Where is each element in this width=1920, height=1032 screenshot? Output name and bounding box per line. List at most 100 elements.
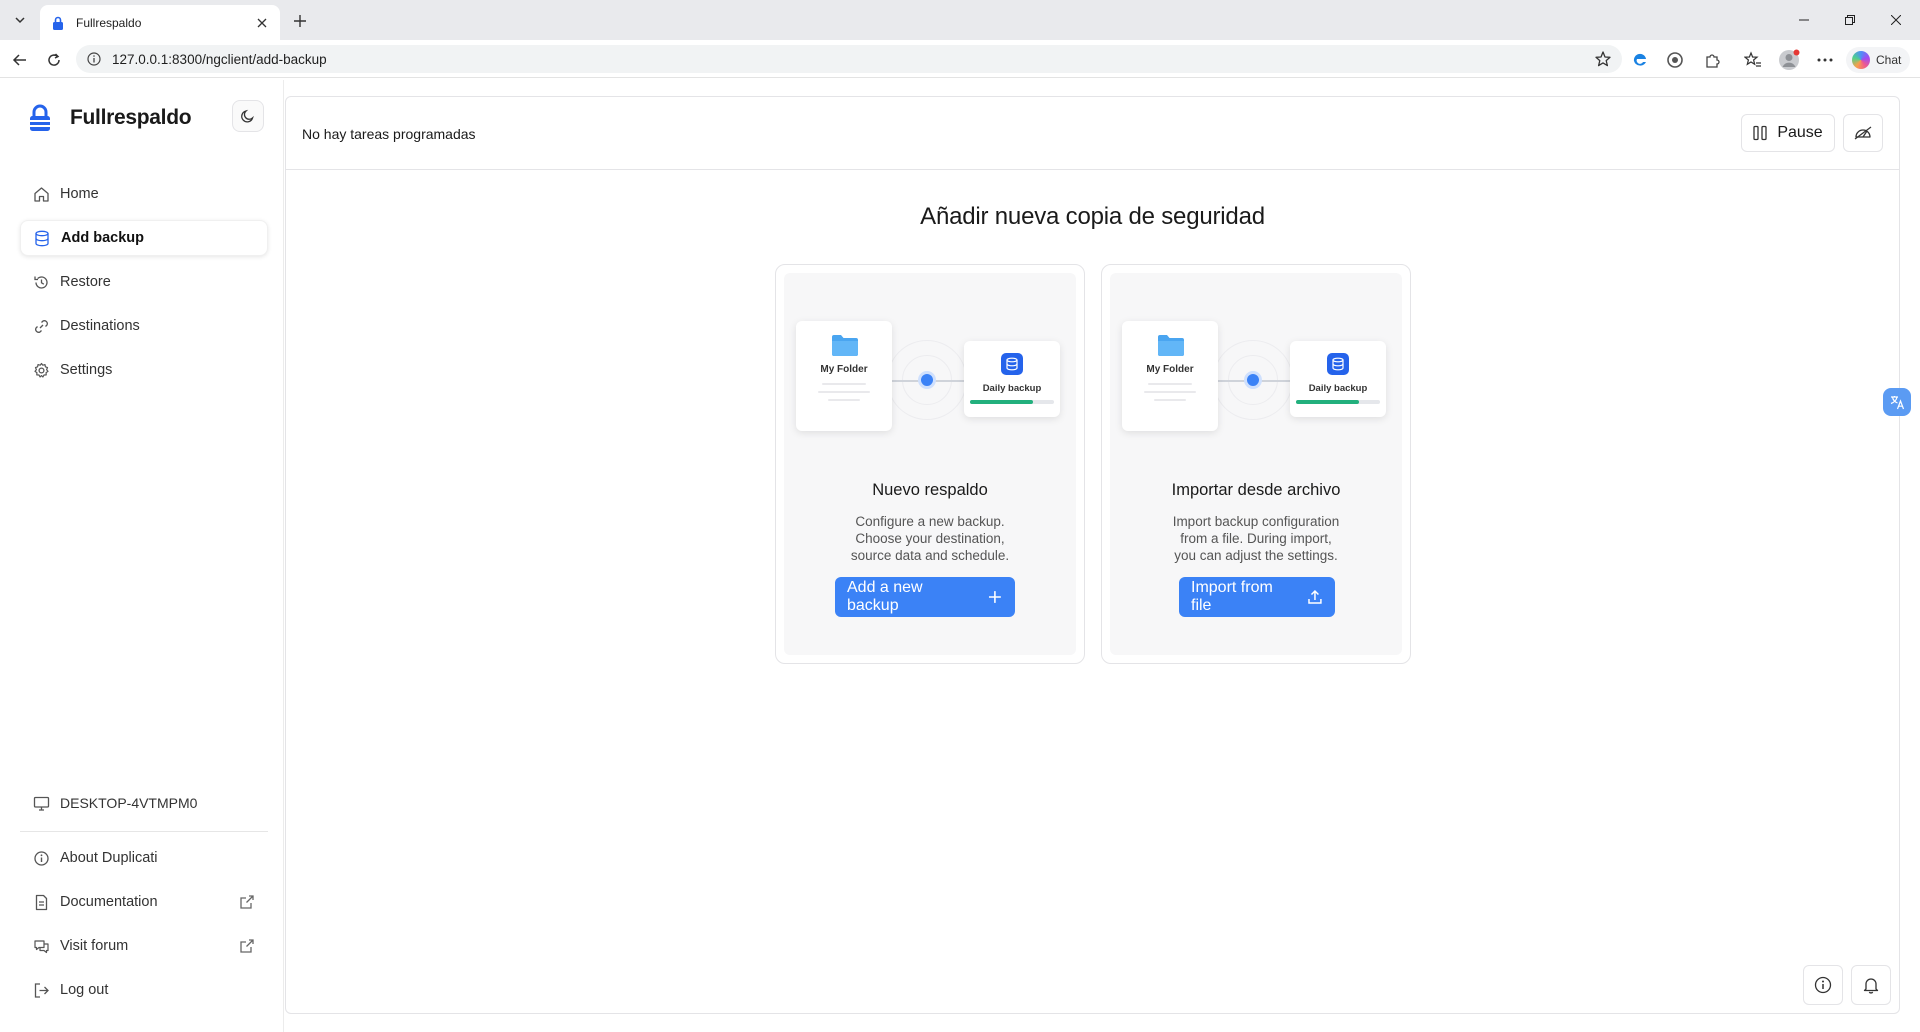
sidebar-item-label: Log out (60, 982, 109, 998)
folder-label: My Folder (820, 364, 868, 375)
sidebar-item-add-backup[interactable]: Add backup (20, 220, 268, 256)
database-icon (33, 229, 51, 247)
sidebar-item-destinations[interactable]: Destinations (20, 308, 268, 344)
add-new-backup-button[interactable]: Add a new backup (835, 577, 1015, 617)
sidebar-item-home[interactable]: Home (20, 176, 268, 212)
source-folder-card: My Folder (796, 321, 892, 431)
profile-avatar-icon[interactable] (1778, 49, 1800, 71)
sidebar-item-visit-forum[interactable]: Visit forum (20, 928, 268, 964)
bottom-action-bar (1795, 965, 1891, 1005)
new-tab-button[interactable] (287, 8, 313, 34)
plus-icon (989, 591, 1002, 603)
card-description-line: source data and schedule. (850, 548, 1010, 563)
theme-toggle-button[interactable] (232, 100, 264, 132)
sidebar-item-log-out[interactable]: Log out (20, 972, 268, 1008)
document-icon (32, 893, 50, 911)
card-title: Nuevo respaldo (872, 481, 988, 499)
progress-bar (970, 400, 1054, 404)
plus-icon (294, 15, 306, 27)
sidebar-item-settings[interactable]: Settings (20, 352, 268, 388)
source-folder-card: My Folder (1122, 321, 1218, 431)
back-button[interactable] (6, 46, 34, 74)
chevron-down-icon (15, 17, 25, 24)
extensions-puzzle-icon[interactable] (1702, 49, 1724, 71)
close-icon (1891, 15, 1901, 25)
folder-label: My Folder (1146, 364, 1194, 375)
destination-card: Daily backup (1290, 341, 1386, 417)
destination-label: Daily backup (982, 383, 1042, 394)
sidebar-item-label: About Duplicati (60, 850, 158, 866)
sidebar-item-about[interactable]: About Duplicati (20, 840, 268, 876)
pause-button[interactable]: Pause (1741, 114, 1835, 152)
bell-icon (1863, 978, 1879, 994)
translate-extension-button[interactable] (1883, 388, 1911, 416)
reload-icon (48, 53, 60, 66)
arrow-left-icon (12, 54, 26, 66)
link-icon (32, 317, 50, 335)
database-badge-icon (1327, 353, 1349, 375)
edge-ie-mode-icon[interactable] (1629, 49, 1651, 71)
reload-button[interactable] (40, 46, 68, 74)
card-body: My Folder Daily backup Importar desde ar… (1110, 273, 1402, 655)
sidebar-divider (20, 831, 268, 832)
favorites-icon[interactable] (1742, 49, 1764, 71)
card-body: My Folder Daily backup Nuevo respaldo Co… (784, 273, 1076, 655)
moon-icon (241, 109, 254, 123)
folder-icon (1158, 335, 1184, 356)
logout-icon (32, 981, 50, 999)
sidebar-item-label: Settings (60, 362, 113, 378)
sidebar-item-label: Destinations (60, 318, 140, 334)
sidebar-item-documentation[interactable]: Documentation (20, 884, 268, 920)
minimize-icon (1799, 19, 1809, 21)
sidebar-item-restore[interactable]: Restore (20, 264, 268, 300)
gear-icon (32, 361, 50, 379)
copilot-extension-icon[interactable] (1664, 49, 1686, 71)
device-label: DESKTOP-4VTMPM0 (60, 795, 198, 811)
browser-tab[interactable]: Fullrespaldo (40, 5, 280, 40)
close-window-button[interactable] (1874, 0, 1918, 40)
progress-bar (1296, 400, 1380, 404)
restore-button[interactable] (1828, 0, 1872, 40)
browser-tab-bar: Fullrespaldo (0, 0, 1920, 40)
notifications-button[interactable] (1851, 965, 1891, 1005)
folder-icon (832, 335, 858, 356)
external-link-icon (240, 895, 254, 909)
card-description: Import backup configuration from a file.… (1110, 513, 1402, 564)
pause-label: Pause (1777, 124, 1823, 141)
pause-icon (1753, 125, 1767, 141)
sidebar-bottom-nav: About Duplicati Documentation Visit foru… (20, 840, 268, 1016)
card-title: Importar desde archivo (1171, 481, 1341, 499)
star-icon[interactable] (1594, 50, 1612, 71)
external-link-icon (240, 939, 254, 953)
import-from-file-button[interactable]: Import from file (1179, 577, 1335, 617)
close-icon[interactable] (254, 15, 270, 31)
info-icon (1814, 976, 1832, 994)
sidebar-item-label: Home (60, 186, 99, 202)
minimize-button[interactable] (1782, 0, 1826, 40)
sidebar-item-label: Add backup (61, 230, 144, 246)
copilot-chat-button[interactable]: Chat (1846, 47, 1910, 73)
chat-label: Chat (1876, 53, 1902, 67)
tab-list-button[interactable] (6, 6, 34, 34)
brand-name: Fullrespaldo (70, 106, 192, 129)
card-description-line: Choose your destination, (855, 531, 1005, 546)
device-name: DESKTOP-4VTMPM0 (32, 794, 197, 812)
page-title: Añadir nueva copia de seguridad (920, 203, 1265, 230)
sync-hub-icon (1244, 371, 1262, 389)
more-options-icon[interactable] (1814, 49, 1836, 71)
gauge-icon (1854, 126, 1872, 140)
history-icon (32, 273, 50, 291)
brand[interactable]: Fullrespaldo (28, 102, 192, 134)
chat-bubbles-icon (32, 937, 50, 955)
home-icon (32, 185, 50, 203)
upload-icon (1308, 589, 1322, 604)
schedule-status: No hay tareas programadas (302, 126, 476, 142)
import-from-file-label: Import from file (1191, 579, 1273, 614)
info-button[interactable] (1803, 965, 1843, 1005)
status-header: No hay tareas programadas Pause (286, 97, 1899, 170)
address-bar[interactable]: 127.0.0.1:8300/ngclient/add-backup (76, 45, 1622, 73)
throttle-button[interactable] (1843, 114, 1883, 152)
site-info-icon[interactable] (86, 51, 102, 67)
sidebar-item-label: Documentation (60, 894, 158, 910)
monitor-icon (32, 794, 50, 812)
